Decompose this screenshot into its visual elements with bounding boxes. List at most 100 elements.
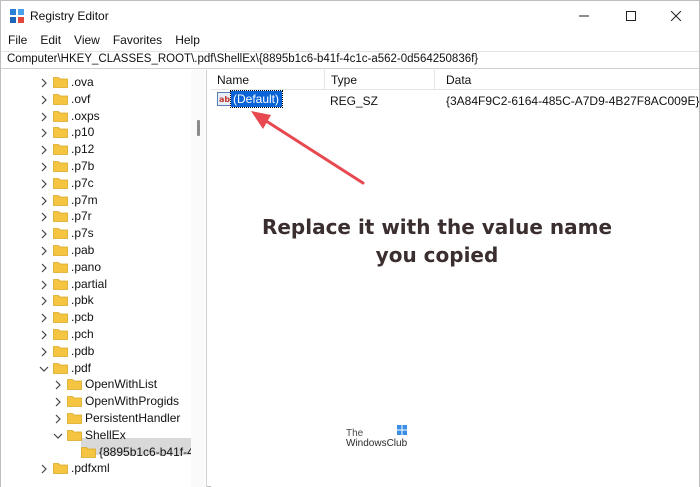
tree-item[interactable]: .partial bbox=[1, 276, 191, 293]
tree-item-label: .p10 bbox=[71, 125, 95, 140]
folder-icon bbox=[53, 329, 68, 340]
tree-scrollbar-thumb[interactable] bbox=[197, 120, 200, 136]
menu-bar: File Edit View Favorites Help bbox=[1, 31, 699, 51]
chevron-right-icon[interactable] bbox=[39, 145, 49, 155]
chevron-right-icon[interactable] bbox=[39, 313, 49, 323]
tree-item[interactable]: .p12 bbox=[1, 141, 191, 158]
registry-editor-window: Registry Editor File Edit View Favorites… bbox=[0, 0, 700, 487]
tree-item[interactable]: PersistentHandler bbox=[1, 410, 191, 427]
chevron-down-icon[interactable] bbox=[53, 431, 63, 441]
tree-item-label: .p12 bbox=[71, 142, 95, 157]
chevron-right-icon[interactable] bbox=[53, 380, 63, 390]
chevron-right-icon[interactable] bbox=[39, 246, 49, 256]
folder-icon bbox=[53, 362, 68, 374]
chevron-right-icon[interactable] bbox=[39, 212, 49, 222]
tree-item[interactable]: .pbk bbox=[1, 292, 191, 309]
annotation-line-1: Replace it with the value name bbox=[261, 215, 613, 239]
tree-item-label: .p7r bbox=[71, 209, 92, 224]
address-bar[interactable]: Computer\HKEY_CLASSES_ROOT\.pdf\ShellEx\… bbox=[1, 51, 699, 69]
menu-file[interactable]: File bbox=[8, 31, 27, 51]
tree-item-label: .oxps bbox=[71, 108, 100, 123]
tree-item[interactable]: .pdfxml bbox=[1, 460, 191, 477]
column-header-data[interactable]: Data bbox=[440, 70, 699, 90]
windowsclub-logo-icon bbox=[397, 425, 407, 435]
column-header-name[interactable]: Name bbox=[211, 70, 325, 90]
folder-icon bbox=[67, 379, 82, 391]
tree-item[interactable]: .pcb bbox=[1, 309, 191, 326]
folder-icon bbox=[53, 77, 68, 88]
tree-item[interactable]: .p7c bbox=[1, 175, 191, 192]
chevron-right-icon[interactable] bbox=[39, 347, 49, 357]
folder-icon bbox=[67, 396, 82, 408]
minimize-button[interactable] bbox=[561, 1, 607, 31]
chevron-right-icon[interactable] bbox=[39, 162, 49, 172]
value-data: {3A84F9C2-6164-485C-A7D9-4B27F8AC009E} bbox=[446, 94, 700, 108]
chevron-right-icon[interactable] bbox=[53, 397, 63, 407]
tree-item-label: .pcb bbox=[71, 310, 94, 325]
tree-item-label: ShellEx bbox=[85, 427, 126, 442]
chevron-right-icon[interactable] bbox=[39, 464, 49, 474]
tree-item-label: .p7c bbox=[71, 175, 94, 190]
tree-item[interactable]: .ova bbox=[1, 74, 191, 91]
menu-view[interactable]: View bbox=[74, 31, 100, 51]
tree-item-label: .pch bbox=[71, 327, 94, 341]
tree-item[interactable]: .p7b bbox=[1, 158, 191, 175]
key-tree-pane[interactable]: .ova .ovf .oxps .p10 .p12 .p7b .p7c .p7m .p7r .p7… bbox=[1, 70, 207, 487]
tree-item[interactable]: .pdf bbox=[1, 360, 191, 377]
close-button[interactable] bbox=[653, 1, 699, 31]
folder-icon bbox=[53, 194, 68, 206]
tree-item-label: .p7s bbox=[71, 226, 94, 241]
tree-item[interactable]: .ovf bbox=[1, 91, 191, 108]
folder-icon bbox=[67, 413, 82, 424]
chevron-right-icon[interactable] bbox=[39, 95, 49, 105]
tree-item[interactable]: OpenWithList bbox=[1, 376, 191, 393]
tree-item[interactable]: .p10 bbox=[1, 124, 191, 141]
tree-item[interactable]: {8895b1c6-b41f-4 bbox=[1, 444, 194, 461]
title-bar: Registry Editor bbox=[1, 1, 699, 31]
tree-item[interactable]: .pano bbox=[1, 259, 191, 276]
tree-item-label: OpenWithList bbox=[85, 377, 158, 392]
value-type: REG_SZ bbox=[330, 94, 379, 108]
tree-item-label: {8895b1c6-b41f-4 bbox=[99, 444, 194, 459]
tree-item-label: .ova bbox=[71, 75, 94, 89]
chevron-right-icon[interactable] bbox=[39, 263, 49, 273]
menu-help[interactable]: Help bbox=[175, 31, 200, 51]
tree-item[interactable]: .p7r bbox=[1, 208, 191, 225]
column-header-type[interactable]: Type bbox=[325, 70, 435, 90]
tree-item[interactable]: .pdb bbox=[1, 343, 191, 360]
tree-item-label: .ovf bbox=[71, 91, 91, 106]
chevron-right-icon[interactable] bbox=[39, 196, 49, 206]
chevron-right-icon[interactable] bbox=[39, 78, 49, 88]
tree-item-label: .pab bbox=[71, 243, 95, 257]
tree-item[interactable]: .p7m bbox=[1, 192, 191, 209]
chevron-right-icon[interactable] bbox=[39, 179, 49, 189]
tree-item[interactable]: .p7s bbox=[1, 225, 191, 242]
folder-icon bbox=[53, 312, 68, 324]
chevron-down-icon[interactable] bbox=[39, 364, 49, 374]
value-name-default[interactable]: (Default) bbox=[229, 90, 284, 108]
chevron-right-icon[interactable] bbox=[53, 414, 63, 424]
window-title: Registry Editor bbox=[30, 9, 109, 23]
watermark-windowsclub: WindowsClub bbox=[346, 438, 408, 449]
annotation-arrow-icon bbox=[251, 111, 365, 185]
folder-icon bbox=[53, 228, 68, 240]
tree-item-label: .pdb bbox=[71, 343, 95, 358]
chevron-right-icon[interactable] bbox=[39, 229, 49, 239]
tree-item-label: .pano bbox=[71, 259, 102, 274]
tree-item[interactable]: OpenWithProgids bbox=[1, 393, 191, 410]
chevron-right-icon[interactable] bbox=[39, 296, 49, 306]
menu-favorites[interactable]: Favorites bbox=[113, 31, 162, 51]
chevron-right-icon[interactable] bbox=[39, 112, 49, 122]
chevron-right-icon[interactable] bbox=[39, 280, 49, 290]
tree-item[interactable]: .oxps bbox=[1, 108, 191, 125]
folder-icon bbox=[53, 295, 68, 307]
tree-item[interactable]: .pab bbox=[1, 242, 191, 259]
folder-icon bbox=[53, 93, 68, 105]
chevron-right-icon[interactable] bbox=[39, 330, 49, 340]
tree-item[interactable]: .pch bbox=[1, 326, 191, 343]
maximize-button[interactable] bbox=[608, 1, 654, 31]
annotation-text: Replace it with the value name you copie… bbox=[231, 213, 643, 269]
menu-edit[interactable]: Edit bbox=[40, 31, 61, 51]
chevron-right-icon[interactable] bbox=[39, 128, 49, 138]
tree-item[interactable]: ShellEx bbox=[1, 427, 191, 444]
